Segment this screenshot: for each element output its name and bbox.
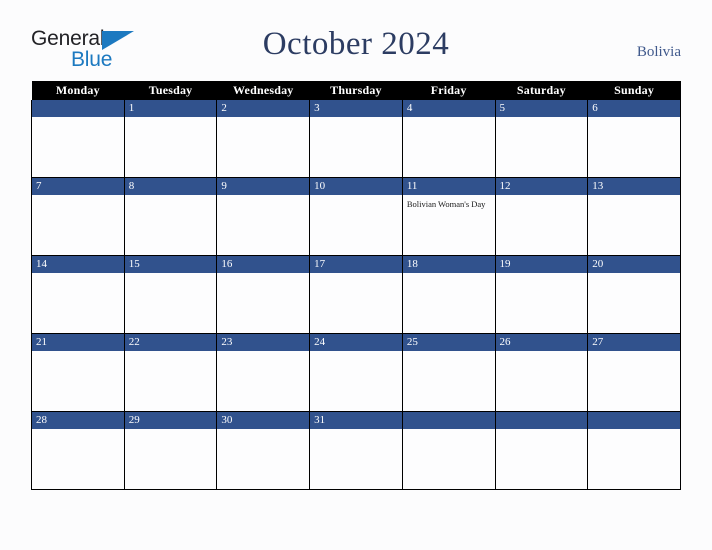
- calendar-day-cell[interactable]: 13: [587, 177, 681, 256]
- weekday-header-friday: Friday: [402, 81, 496, 100]
- calendar-day-cell[interactable]: 25: [401, 333, 496, 412]
- calendar-day-cell[interactable]: 19: [494, 255, 589, 334]
- weekday-header-sunday: Sunday: [587, 81, 681, 100]
- calendar-week-row: 123456: [31, 100, 681, 178]
- day-number: 25: [402, 334, 495, 351]
- calendar-day-cell[interactable]: 10: [309, 177, 403, 256]
- weekday-header-saturday: Saturday: [495, 81, 588, 100]
- day-number: 1: [124, 100, 217, 117]
- calendar-day-cell[interactable]: 22: [123, 333, 218, 412]
- day-number: 19: [495, 256, 588, 273]
- day-number: 10: [310, 178, 402, 195]
- calendar-day-cell[interactable]: 28: [31, 411, 125, 490]
- day-number: 8: [124, 178, 217, 195]
- weekday-header-row: Monday Tuesday Wednesday Thursday Friday…: [31, 81, 681, 100]
- day-number: 3: [310, 100, 402, 117]
- day-number: 6: [588, 100, 680, 117]
- weekday-header-tuesday: Tuesday: [124, 81, 217, 100]
- calendar-day-cell[interactable]: 23: [216, 333, 311, 412]
- calendar-day-cell[interactable]: 8: [123, 177, 218, 256]
- weekday-header-thursday: Thursday: [309, 81, 403, 100]
- calendar-day-cell[interactable]: 29: [123, 411, 218, 490]
- calendar-day-cell[interactable]: 11 Bolivian Woman's Day: [401, 177, 496, 256]
- day-number: 22: [124, 334, 217, 351]
- calendar-day-cell[interactable]: 24: [309, 333, 403, 412]
- calendar-day-cell[interactable]: [587, 411, 681, 490]
- day-number: [402, 412, 495, 429]
- day-number: 31: [310, 412, 402, 429]
- day-number: [495, 412, 588, 429]
- day-number: 5: [495, 100, 588, 117]
- day-number: 17: [310, 256, 402, 273]
- calendar-day-cell[interactable]: 7: [31, 177, 125, 256]
- calendar-week-row: 14 15 16 17 18 19 20: [31, 255, 681, 334]
- day-number: 15: [124, 256, 217, 273]
- day-number: 21: [32, 334, 124, 351]
- calendar-day-cell[interactable]: 16: [216, 255, 311, 334]
- calendar-page: General Blue October 2024 Bolivia Monday…: [0, 0, 712, 550]
- calendar-day-cell[interactable]: 3: [309, 100, 403, 178]
- calendar-day-cell[interactable]: 30: [216, 411, 311, 490]
- calendar-day-cell[interactable]: 17: [309, 255, 403, 334]
- calendar-day-cell[interactable]: 4: [401, 100, 496, 178]
- day-number: 13: [588, 178, 680, 195]
- day-number: 27: [588, 334, 680, 351]
- calendar-week-row: 7 8 9 10 11 Bolivian Woman's Day 12 13: [31, 177, 681, 256]
- calendar-day-cell[interactable]: 9: [216, 177, 311, 256]
- day-number: 23: [217, 334, 310, 351]
- country-label: Bolivia: [636, 44, 681, 60]
- calendar-grid: Monday Tuesday Wednesday Thursday Friday…: [31, 81, 681, 490]
- calendar-week-row: 21 22 23 24 25 26 27: [31, 333, 681, 412]
- day-number: 12: [495, 178, 588, 195]
- calendar-day-cell[interactable]: 31: [309, 411, 403, 490]
- day-number: [32, 100, 124, 117]
- day-number: 7: [32, 178, 124, 195]
- page-title: October 2024: [262, 26, 450, 62]
- calendar-day-cell[interactable]: 20: [587, 255, 681, 334]
- day-number: 14: [32, 256, 124, 273]
- day-number: 26: [495, 334, 588, 351]
- calendar-day-cell[interactable]: 27: [587, 333, 681, 412]
- holiday-label: Bolivian Woman's Day: [406, 199, 486, 209]
- day-number: [588, 412, 680, 429]
- calendar-day-cell[interactable]: 18: [401, 255, 496, 334]
- day-number: 9: [217, 178, 310, 195]
- day-number: 16: [217, 256, 310, 273]
- day-number: 29: [124, 412, 217, 429]
- weekday-header-monday: Monday: [31, 81, 125, 100]
- calendar-day-cell[interactable]: [494, 411, 589, 490]
- page-header: General Blue October 2024 Bolivia: [0, 0, 712, 78]
- calendar-day-cell[interactable]: [401, 411, 496, 490]
- calendar-day-cell[interactable]: 26: [494, 333, 589, 412]
- calendar-day-cell[interactable]: 1: [123, 100, 218, 178]
- day-event-wrap: Bolivian Woman's Day: [403, 195, 495, 210]
- calendar-day-cell[interactable]: 12: [494, 177, 589, 256]
- day-number: 18: [402, 256, 495, 273]
- day-number: 11: [402, 178, 495, 195]
- calendar-body: 1 2 3 4 5 6 7 8 9 10 11 Bolivian Woman's Day 12 13 14 1…: [31, 100, 681, 490]
- calendar-day-cell[interactable]: [31, 100, 125, 178]
- calendar-week-row: 28 29 30 31: [31, 411, 681, 490]
- calendar-day-cell[interactable]: 15: [123, 255, 218, 334]
- calendar-day-cell[interactable]: 6: [587, 100, 681, 178]
- weekday-header-wednesday: Wednesday: [216, 81, 310, 100]
- day-number: 28: [32, 412, 124, 429]
- day-number: 24: [310, 334, 402, 351]
- calendar-day-cell[interactable]: 21: [31, 333, 125, 412]
- calendar-day-cell[interactable]: 2: [216, 100, 311, 178]
- day-number: 30: [217, 412, 310, 429]
- day-number: 2: [217, 100, 310, 117]
- calendar-day-cell[interactable]: 5: [494, 100, 589, 178]
- day-number: 20: [588, 256, 680, 273]
- day-number: 4: [402, 100, 495, 117]
- calendar-day-cell[interactable]: 14: [31, 255, 125, 334]
